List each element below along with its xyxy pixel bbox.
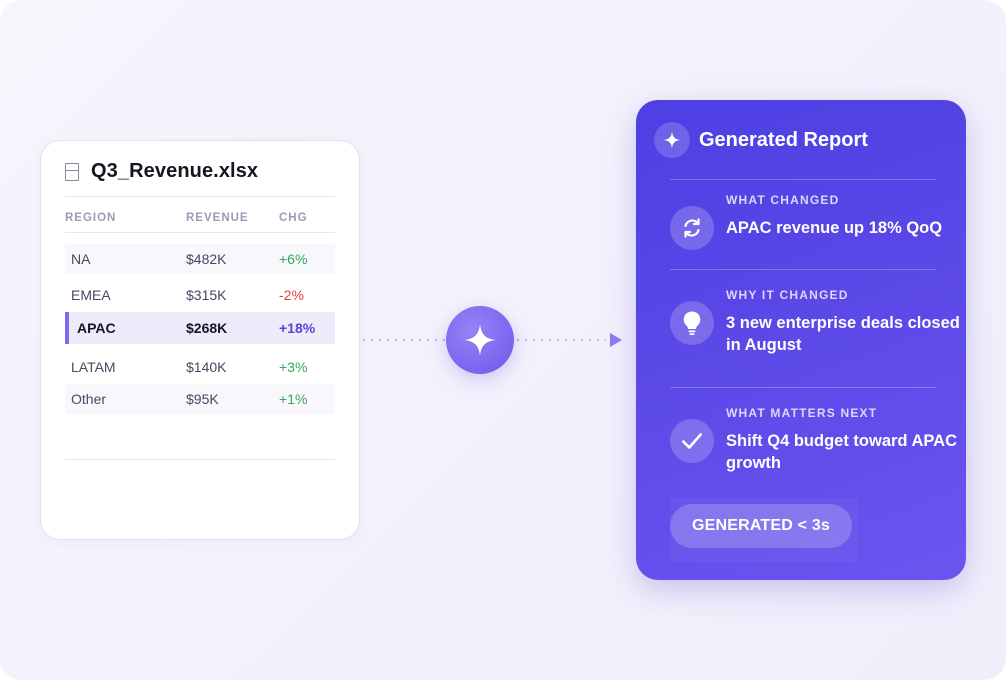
region-cell: Other: [71, 391, 107, 407]
refresh-icon: [684, 218, 700, 238]
revenue-cell: $482K: [186, 251, 227, 267]
checkmark-icon-badge: [670, 419, 714, 463]
file-name: Q3_Revenue.xlsx: [91, 160, 259, 182]
column-header-revenue: REVENUE: [186, 212, 249, 224]
column-header-change: CHG: [279, 212, 308, 224]
ai-sparkle-button[interactable]: [446, 306, 514, 374]
section-body: 3 new enterprise deals closed in August: [726, 314, 960, 354]
report-divider: [670, 387, 936, 388]
generated-badge-area: GENERATED < 3s: [670, 498, 858, 562]
sparkle-icon: [464, 324, 496, 356]
table-row[interactable]: EMEA $315K -2%: [65, 280, 335, 310]
generated-report-card[interactable]: Generated Report WHAT CHANGED APAC reven…: [636, 100, 966, 580]
sparkle-icon: [663, 131, 681, 149]
spreadsheet-header: Q3_Revenue.xlsx: [65, 160, 258, 183]
report-title-badge: [654, 122, 690, 158]
report-title: Generated Report: [699, 128, 868, 151]
connector-dots-right: [514, 339, 606, 341]
section-label: WHAT MATTERS NEXT: [726, 406, 878, 420]
table-row[interactable]: Other $95K +1%: [65, 384, 335, 414]
lightbulb-icon-badge: [670, 301, 714, 345]
change-cell: -2%: [279, 287, 304, 303]
section-label: WHAT CHANGED: [726, 193, 840, 207]
report-divider: [670, 179, 936, 180]
change-cell: +3%: [279, 359, 308, 375]
region-cell: NA: [71, 251, 91, 267]
canvas: Q3_Revenue.xlsx REGION REVENUE CHG NA $4…: [0, 0, 1006, 680]
report-divider: [670, 269, 936, 270]
section-body: Shift Q4 budget toward APAC growth: [726, 432, 957, 472]
header-divider: [65, 196, 335, 197]
change-cell: +18%: [279, 320, 316, 336]
region-cell: EMEA: [71, 287, 111, 303]
revenue-cell: $268K: [186, 320, 228, 336]
table-row-highlighted[interactable]: APAC $268K +18%: [65, 312, 335, 344]
table-footer-divider: [65, 459, 335, 460]
arrow-head-icon: [610, 333, 622, 347]
table-row[interactable]: LATAM $140K +3%: [65, 352, 335, 382]
column-header-region: REGION: [65, 212, 117, 224]
revenue-cell: $95K: [186, 391, 219, 407]
spreadsheet-card[interactable]: Q3_Revenue.xlsx REGION REVENUE CHG NA $4…: [40, 140, 360, 540]
connector-dots-left: [360, 339, 446, 341]
generated-time-badge: GENERATED < 3s: [670, 504, 852, 548]
column-header-divider: [65, 232, 335, 233]
checkmark-icon: [682, 433, 702, 449]
lightbulb-icon: [683, 311, 701, 335]
revenue-cell: $315K: [186, 287, 227, 303]
change-cell: +6%: [279, 251, 308, 267]
report-header: Generated Report: [654, 122, 868, 158]
revenue-cell: $140K: [186, 359, 227, 375]
region-cell: APAC: [77, 320, 116, 336]
change-cell: +1%: [279, 391, 308, 407]
table-row[interactable]: NA $482K +6%: [65, 244, 335, 274]
region-cell: LATAM: [71, 359, 116, 375]
section-label: WHY IT CHANGED: [726, 288, 849, 302]
section-body: APAC revenue up 18% QoQ: [726, 219, 943, 237]
refresh-icon-badge: [670, 206, 714, 250]
spreadsheet-file-icon: [65, 162, 79, 181]
